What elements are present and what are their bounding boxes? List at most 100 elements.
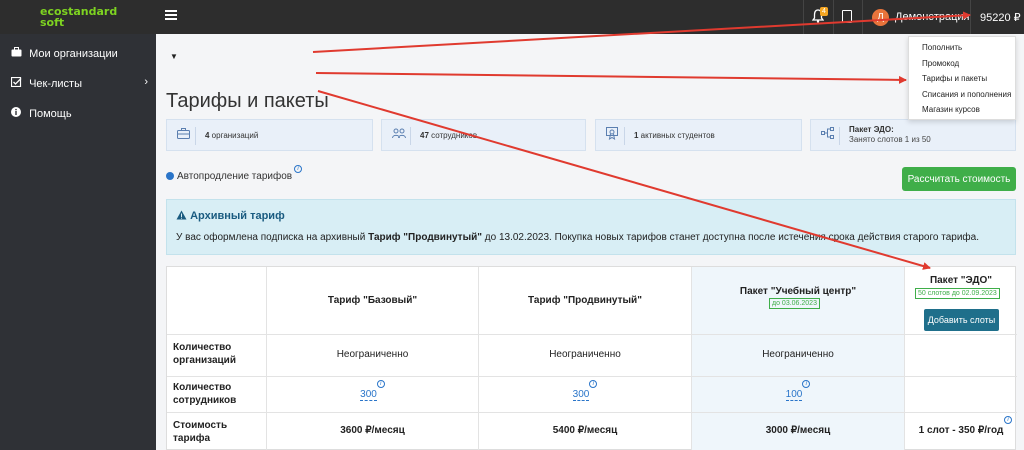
info-icon [10, 107, 22, 120]
cell-value: Неограниченно [336, 349, 409, 360]
info-icon[interactable]: i [589, 380, 598, 388]
menu-toggle-icon[interactable] [165, 10, 177, 20]
alert-tariff-name: Тариф "Продвинутый" [368, 232, 483, 243]
cell-value: 3600 ₽/месяц [340, 425, 405, 436]
info-icon[interactable]: i [802, 380, 811, 388]
briefcase-icon [10, 47, 22, 60]
employees-limit-link[interactable]: 300 [360, 389, 377, 401]
network-icon [818, 127, 840, 145]
sidebar-item-checklists[interactable]: Чек-листы › [0, 67, 156, 97]
tariffs-table: Тариф "Базовый" Тариф "Продвинутый" Паке… [166, 266, 1017, 450]
sidebar-item-label: Помощь [29, 108, 72, 120]
menu-item-topup[interactable]: Пополнить [922, 43, 962, 52]
notifications-button[interactable]: 4 [811, 7, 828, 25]
cell-value: 3000 ₽/месяц [765, 425, 831, 436]
table-header-advanced: Тариф "Продвинутый" [479, 267, 692, 335]
employees-limit-link[interactable]: 300 [572, 389, 590, 401]
table-cell: 300i [267, 377, 479, 413]
certificate-icon [603, 127, 625, 145]
checkbox-icon [10, 76, 22, 90]
sidebar-item-label: Чек-листы [29, 78, 82, 90]
cell-value: Неограниченно [549, 349, 621, 360]
table-cell [905, 377, 1017, 413]
employees-limit-link[interactable]: 100 [785, 389, 803, 401]
table-cell: 300i [479, 377, 692, 413]
document-icon[interactable] [842, 10, 852, 23]
user-name[interactable]: Демонстрация [895, 11, 970, 23]
topbar-divider [803, 0, 804, 34]
chevron-right-icon: › [144, 76, 148, 88]
table-cell: Неограниченно [479, 335, 692, 377]
stat-organizations: 4 организаций [166, 119, 373, 151]
column-title: Тариф "Базовый" [327, 295, 418, 306]
sidebar-item-organizations[interactable]: Мои организации [0, 37, 156, 67]
row-label-line: Стоимость тарифа [173, 420, 228, 444]
table-cell: Неограниченно [692, 335, 905, 377]
validity-badge: до 03.06.2023 [769, 298, 820, 309]
stat-edo: Пакет ЭДО: Занято слотов 1 из 50 [810, 119, 1016, 151]
sidebar-item-label: Мои организации [29, 48, 118, 60]
stat-employees-label: сотрудников [428, 131, 478, 140]
briefcase-icon [174, 127, 196, 145]
table-header-training-center: Пакет "Учебный центр" до 03.06.2023 [692, 267, 905, 335]
app-logo[interactable]: ecostandard soft [0, 0, 156, 34]
autorenew-label: Автопродление тарифов [177, 171, 293, 182]
stat-edo-text: Занято слотов 1 из 50 [849, 135, 931, 144]
table-cell [905, 335, 1017, 377]
info-icon[interactable]: i [294, 165, 303, 173]
autorenew-radio[interactable] [166, 172, 174, 180]
top-bar: ecostandard soft 4 Д Демонстрация 95220 … [0, 0, 1024, 34]
slots-badge: 50 слотов до 02.09.2023 [915, 288, 1000, 299]
stat-employees: 47 сотрудников [381, 119, 586, 151]
column-title: Тариф "Продвинутый" [528, 295, 642, 306]
users-icon [389, 127, 411, 145]
caret-down-icon[interactable]: ▼ [170, 52, 178, 61]
table-row-label: Количество сотрудников [167, 377, 267, 413]
logo-line-2: soft [40, 16, 65, 29]
table-header-edo: Пакет "ЭДО" 50 слотов до 02.09.2023 Доба… [905, 267, 1017, 335]
stat-employees-count: 47 [420, 131, 429, 140]
sidebar: Мои организации Чек-листы › Помощь [0, 34, 156, 450]
table-cell: 100i [692, 377, 905, 413]
alert-text: У вас оформлена подписка на архивный Тар… [176, 232, 979, 243]
warning-icon [176, 210, 187, 220]
row-label-line: сотрудников [173, 395, 237, 406]
notification-count-badge: 4 [820, 7, 828, 16]
balance-button[interactable]: 95220 ₽ [980, 11, 1021, 24]
add-slots-button[interactable]: Добавить слоты [924, 309, 999, 331]
topbar-divider [833, 0, 834, 34]
row-label-line: Количество [173, 382, 232, 393]
stat-students: 1 активных студентов [595, 119, 802, 151]
autorenew-toggle[interactable]: Автопродление тарифовi [166, 165, 303, 182]
cell-value: 300i [267, 380, 478, 401]
sidebar-item-help[interactable]: Помощь [0, 97, 156, 127]
cell-value: 100i [692, 380, 904, 401]
table-row-label: Количество организаций [167, 335, 267, 377]
info-icon[interactable]: i [1004, 416, 1012, 424]
calculate-cost-button[interactable]: Рассчитать стоимость [902, 167, 1016, 191]
column-title: Пакет "ЭДО" [929, 275, 993, 286]
menu-item-tariffs[interactable]: Тарифы и пакеты [922, 74, 987, 83]
table-header-empty [167, 267, 267, 335]
cell-value: Неограниченно [762, 349, 834, 360]
topbar-divider [862, 0, 863, 34]
annotation-arrow-tariffs-menu [315, 72, 907, 84]
alert-text-after: до 13.02.2023. Покупка новых тарифов ста… [482, 232, 979, 243]
info-icon[interactable]: i [376, 380, 385, 388]
table-cell: 3000 ₽/месяц [692, 413, 905, 450]
row-label-line: Количество [173, 342, 232, 353]
menu-item-promocode[interactable]: Промокод [922, 59, 959, 68]
alert-title-text: Архивный тариф [190, 210, 285, 222]
alert-text-before: У вас оформлена подписка на архивный [176, 232, 369, 243]
topbar-divider [970, 0, 971, 34]
page-title: Тарифы и пакеты [166, 90, 329, 112]
table-row-label: Стоимость тарифа [167, 413, 267, 450]
avatar[interactable]: Д [872, 9, 889, 26]
table-cell: Неограниченно [267, 335, 479, 377]
cell-value: 5400 ₽/месяц [552, 425, 618, 436]
archive-tariff-alert: Архивный тариф У вас оформлена подписка … [166, 199, 1016, 255]
menu-item-course-shop[interactable]: Магазин курсов [922, 105, 980, 114]
stat-edo-title: Пакет ЭДО: [849, 125, 894, 134]
alert-title: Архивный тариф [176, 210, 285, 222]
menu-item-transactions[interactable]: Списания и пополнения [922, 90, 1011, 99]
